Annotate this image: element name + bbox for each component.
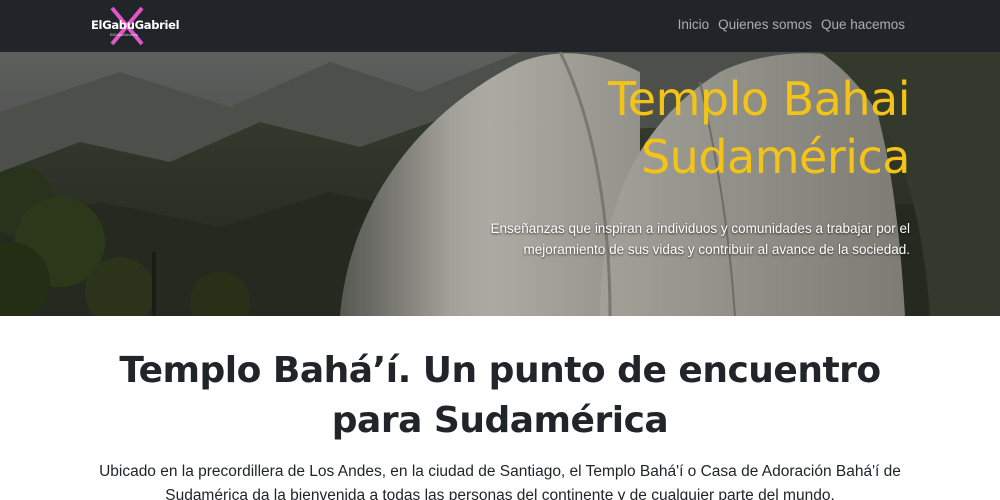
hero-title-line: Sudamérica <box>640 130 911 184</box>
brand-subtitle: ElGabuDevelop <box>110 32 139 37</box>
section-title-line: para Sudamérica <box>331 400 669 441</box>
nav-link-que-hacemos[interactable]: Que hacemos <box>821 17 905 32</box>
brand-name: ElGabuGabriel <box>91 18 180 32</box>
hero-title: Templo Bahai Sudamérica <box>410 70 911 186</box>
section-title: Templo Bahá’í. Un punto de encuentro par… <box>90 346 910 446</box>
hero-title-line: Templo Bahai <box>607 72 911 126</box>
hero-section: Templo Bahai Sudamérica Enseñanzas que i… <box>0 52 1000 316</box>
navbar: ElGabuGabriel ElGabuDevelop Inicio Quien… <box>0 0 1000 52</box>
hero-description: Enseñanzas que inspiran a individuos y c… <box>490 221 910 257</box>
section-description: Ubicado en la precordillera de Los Andes… <box>99 463 901 500</box>
main-section: Templo Bahá’í. Un punto de encuentro par… <box>0 316 1000 500</box>
nav-link-quienes-somos[interactable]: Quienes somos <box>718 17 812 32</box>
nav-links: Inicio Quienes somos Que hacemos <box>678 17 905 32</box>
brand-logo[interactable]: ElGabuGabriel ElGabuDevelop <box>90 6 190 46</box>
nav-link-inicio[interactable]: Inicio <box>678 17 710 32</box>
section-title-line: Templo Bahá’í. Un punto de encuentro <box>119 350 881 391</box>
